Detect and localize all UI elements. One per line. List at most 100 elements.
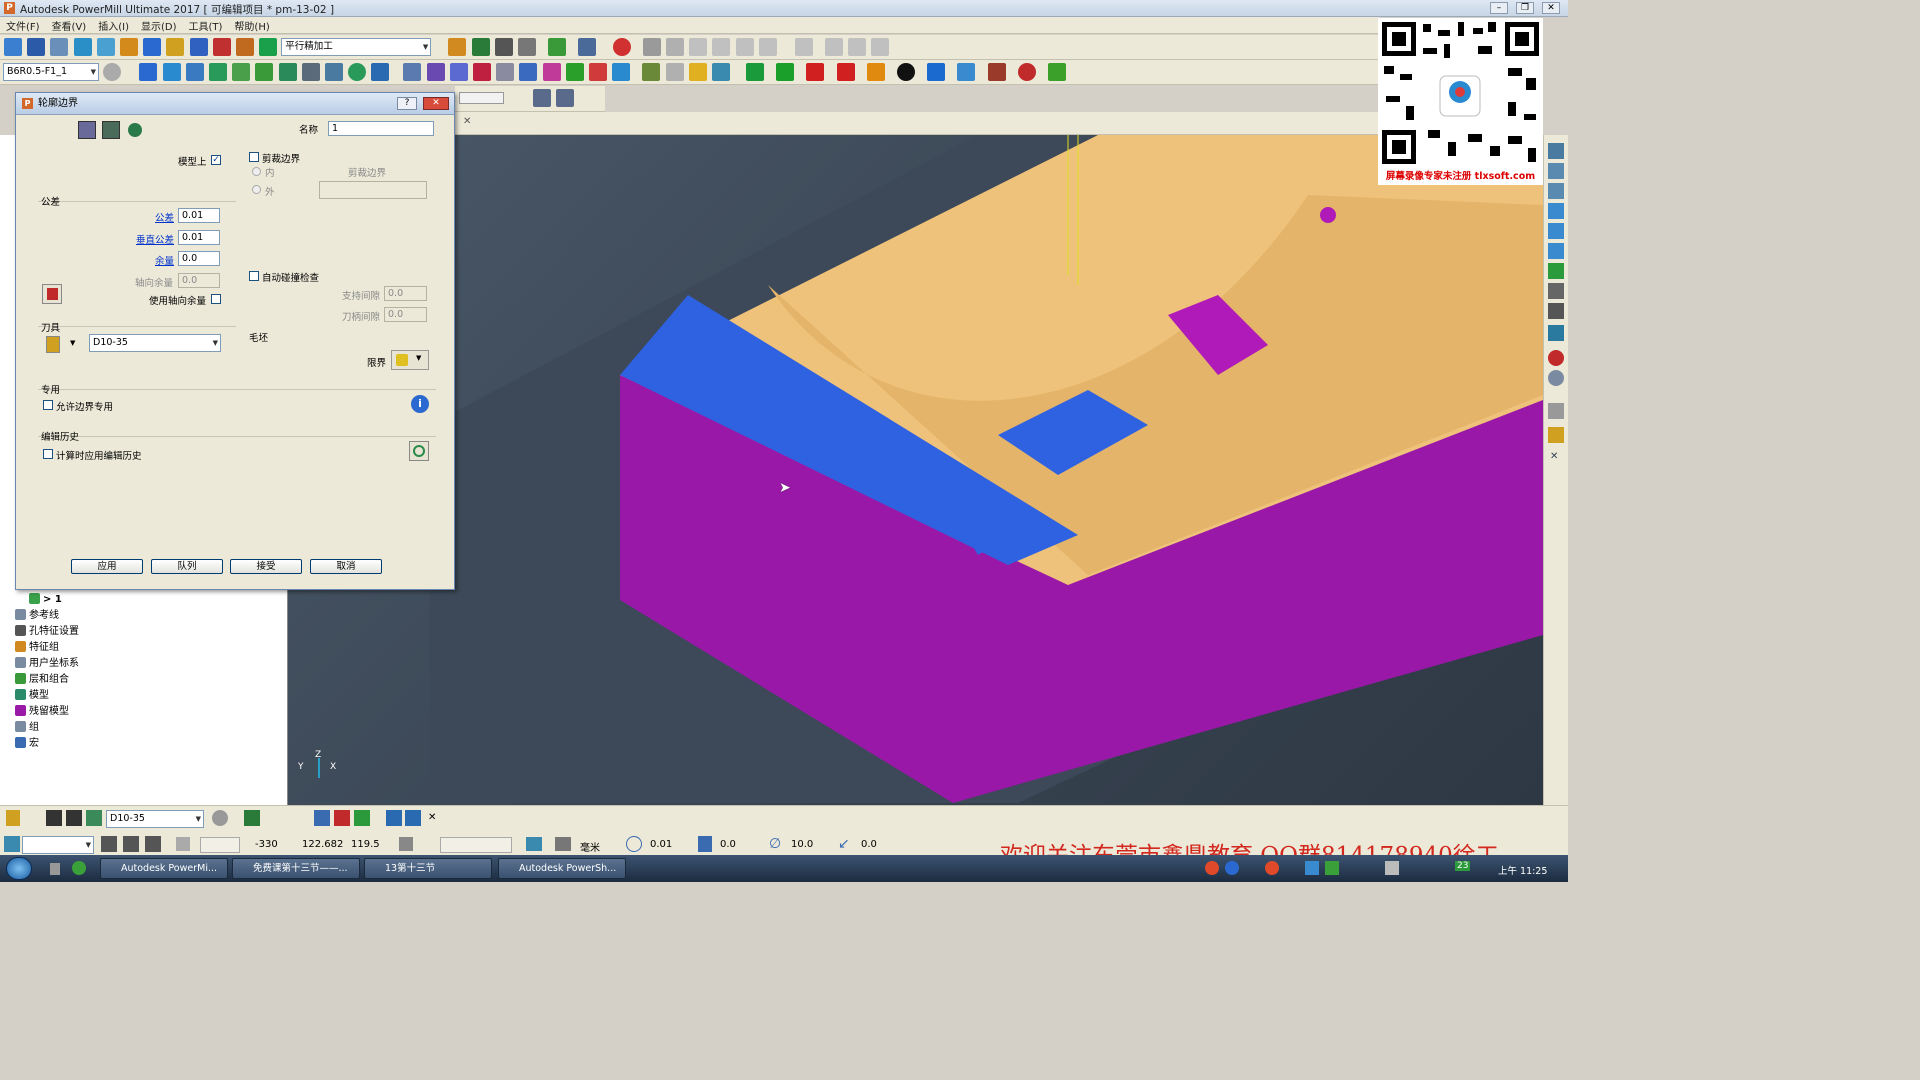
fix-status-icon[interactable] <box>334 810 350 826</box>
stepover-status-icon[interactable]: ∅ <box>769 836 785 852</box>
angle-status-icon[interactable]: ↙ <box>838 836 852 852</box>
cross-icon[interactable] <box>371 63 390 81</box>
use-axial-allowance-checkbox[interactable] <box>211 294 221 304</box>
select3-icon[interactable] <box>449 63 468 81</box>
layer3-icon[interactable] <box>871 38 890 56</box>
tolerance-status-icon[interactable] <box>626 836 642 852</box>
box-icon[interactable] <box>866 63 885 81</box>
holder-clearance-input[interactable]: 0.0 <box>384 286 427 301</box>
line-icon[interactable] <box>565 63 584 81</box>
building-icon[interactable] <box>987 63 1006 81</box>
cloud-icon[interactable] <box>103 63 122 81</box>
pattern-icon[interactable] <box>185 63 204 81</box>
boundary-type-icon[interactable] <box>78 121 96 139</box>
menu-display[interactable]: 显示(D) <box>135 17 183 34</box>
allowance-input[interactable]: 0.0 <box>178 251 220 266</box>
toolpath-combo[interactable]: B6R0.5-F1_1 <box>3 63 99 81</box>
dialog-help-button[interactable]: ? <box>397 97 417 110</box>
trim-outer-radio[interactable] <box>252 185 261 194</box>
boundary-icon[interactable] <box>208 63 227 81</box>
tree-item-stock-model[interactable]: 残留模型 <box>12 704 79 720</box>
link-icon[interactable] <box>496 63 515 81</box>
curve-icon[interactable] <box>232 63 251 81</box>
layout2-icon[interactable] <box>556 89 575 107</box>
workplane-status-icon[interactable] <box>4 836 20 852</box>
refresh-icon[interactable] <box>1548 263 1564 279</box>
tree-item-macro[interactable]: 宏 <box>12 736 79 752</box>
toolpath3-status-icon[interactable] <box>86 810 102 826</box>
image-icon[interactable] <box>957 63 976 81</box>
view-top-icon[interactable] <box>1548 143 1564 159</box>
ruler-icon[interactable] <box>518 38 536 56</box>
menu-insert[interactable]: 插入(I) <box>92 17 135 34</box>
vertical-tolerance-label[interactable]: 垂直公差 <box>136 232 174 246</box>
toolpath-status-icon[interactable] <box>46 810 62 826</box>
view-iso2-icon[interactable] <box>1548 223 1564 239</box>
select-icon[interactable] <box>403 63 422 81</box>
tool-icon[interactable] <box>96 38 115 56</box>
apply-button[interactable]: 应用 <box>71 559 143 574</box>
boundary-shape-icon[interactable] <box>128 123 142 137</box>
menu-view[interactable]: 查看(V) <box>46 17 93 34</box>
trim-boundary-checkbox[interactable] <box>249 152 259 162</box>
grid-status-icon[interactable] <box>101 836 117 852</box>
wire-icon[interactable] <box>1548 370 1564 386</box>
save-icon[interactable] <box>27 38 46 56</box>
block-status-icon[interactable] <box>244 810 260 826</box>
machine-icon[interactable] <box>494 38 513 56</box>
pointer-icon[interactable] <box>1548 403 1564 419</box>
calc-icon[interactable] <box>139 63 158 81</box>
strategy-icon[interactable] <box>259 38 278 56</box>
rightbar-close-icon[interactable]: ✕ <box>1550 451 1558 462</box>
view-icon[interactable] <box>578 38 597 56</box>
transform-icon[interactable] <box>548 38 567 56</box>
tolerance-label[interactable]: 公差 <box>155 210 174 224</box>
view-close-icon[interactable]: ✕ <box>463 116 471 127</box>
toolpath-icon[interactable] <box>235 38 254 56</box>
gear-red-icon[interactable] <box>836 63 855 81</box>
box-view-icon[interactable] <box>1548 303 1564 319</box>
tree-item-feature-group[interactable]: 特征组 <box>12 640 79 656</box>
magnet-icon[interactable] <box>688 63 707 81</box>
browser-icon[interactable] <box>72 861 86 875</box>
tray-security-icon[interactable] <box>1265 861 1279 875</box>
snap-status-icon[interactable] <box>176 837 190 851</box>
open-icon[interactable] <box>4 38 22 56</box>
status-close-icon[interactable]: ✕ <box>428 812 436 823</box>
task-powershape[interactable]: Autodesk PowerSh... <box>498 858 626 879</box>
edit-status-icon[interactable] <box>314 810 330 826</box>
tool-icon[interactable] <box>46 336 60 353</box>
vertical-tolerance-input[interactable]: 0.01 <box>178 230 220 245</box>
info-icon[interactable]: i <box>411 395 429 413</box>
block-icon[interactable] <box>73 38 92 56</box>
leads-icon[interactable] <box>166 38 185 56</box>
measure-icon[interactable] <box>642 63 661 81</box>
check-status-icon[interactable] <box>354 810 370 826</box>
tray-update-icon[interactable] <box>1325 861 1339 875</box>
layout-icon[interactable] <box>533 89 551 107</box>
tool-dropdown-icon[interactable]: ▼ <box>70 339 75 347</box>
colour-icon[interactable] <box>542 63 561 81</box>
export-icon[interactable] <box>278 63 297 81</box>
d-icon[interactable] <box>746 63 765 81</box>
thickness-status-icon[interactable] <box>698 836 712 852</box>
show-desktop-icon[interactable] <box>50 863 60 875</box>
cancel-button[interactable]: 取消 <box>310 559 382 574</box>
tree-item-group[interactable]: 组 <box>12 720 79 736</box>
solid-icon[interactable] <box>612 63 631 81</box>
minimize-button[interactable]: – <box>1490 2 1508 14</box>
scissors-icon[interactable] <box>806 63 825 81</box>
units-status-icon[interactable] <box>526 837 542 851</box>
view-iso-icon[interactable] <box>1548 203 1564 219</box>
view-front-icon[interactable] <box>1548 163 1564 179</box>
menu-help[interactable]: 帮助(H) <box>228 17 275 34</box>
shade3-icon[interactable] <box>689 38 708 56</box>
tolerance-input[interactable]: 0.01 <box>178 208 220 223</box>
wheel-icon[interactable] <box>1017 63 1036 81</box>
cube-status-icon[interactable] <box>123 836 139 852</box>
allowance-label[interactable]: 余量 <box>155 253 174 267</box>
tree-item-boundary[interactable]: > 1 <box>12 592 79 608</box>
task-document[interactable]: 免费课第十三节——... <box>232 858 360 879</box>
render-icon[interactable] <box>1548 325 1564 341</box>
select2-icon[interactable] <box>426 63 445 81</box>
